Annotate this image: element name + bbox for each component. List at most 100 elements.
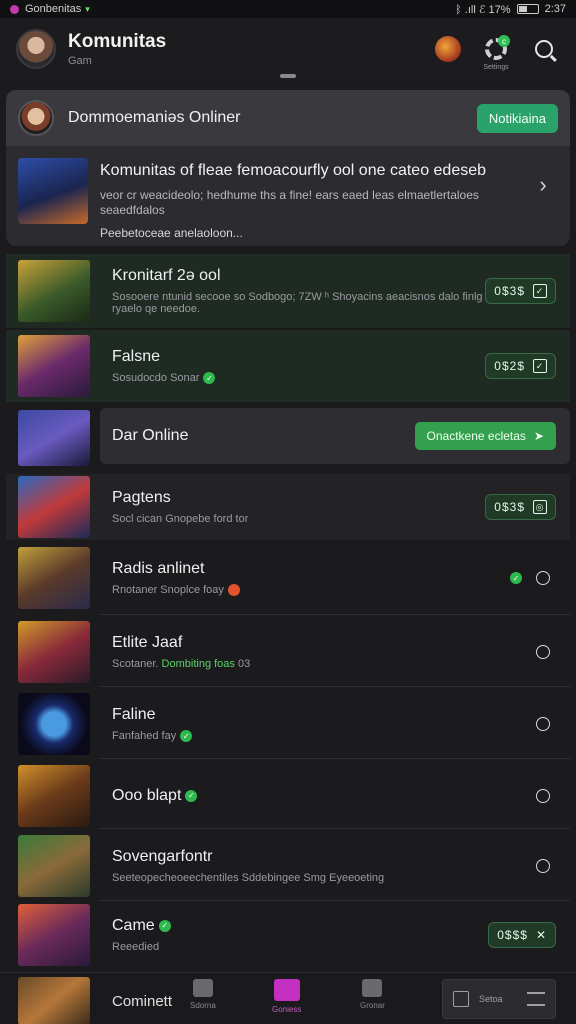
list-item[interactable]: Ooo blapt ✓: [6, 760, 570, 832]
divider: [100, 900, 570, 901]
game-profile-button[interactable]: [432, 33, 464, 65]
expand-icon: [453, 991, 469, 1007]
game-thumbnail: [18, 765, 90, 827]
game-thumbnail: [18, 547, 90, 609]
nav-groups[interactable]: Gronar: [360, 979, 385, 1010]
drag-handle[interactable]: [280, 74, 296, 78]
list-item-title: Ooo blapt ✓: [112, 787, 536, 805]
settings-button[interactable]: c Settings: [480, 33, 512, 71]
game-emblem-icon: [435, 36, 461, 62]
list-item[interactable]: Falsne Sosudocdo Sonar ✓ 0$2$ ✓: [6, 330, 570, 402]
checkbox-icon: ✓: [533, 359, 547, 373]
bottom-right-control[interactable]: Setoa: [442, 979, 556, 1019]
groups-icon: [362, 979, 383, 997]
select-radio[interactable]: [536, 645, 550, 659]
select-radio[interactable]: [536, 859, 550, 873]
divider: [100, 758, 570, 759]
notification-dot-icon: [10, 4, 19, 14]
list-item-title: Falsne: [112, 347, 161, 365]
price-pill[interactable]: 0$3$ ◎: [485, 494, 556, 520]
nav-community[interactable]: Goniess: [272, 979, 301, 1014]
featured-thumbnail: [18, 158, 88, 224]
select-radio[interactable]: [536, 717, 550, 731]
list-item[interactable]: Kronitarf 2ə ool Sosooere ntunid secooe …: [6, 254, 570, 328]
bottom-navigation: Cominett Sdorna Goniess Gronar Setoa: [0, 972, 576, 1024]
featured-header: Dommoemaniəs Onliner Notikiaina: [6, 90, 570, 146]
settings-label: Settings: [483, 64, 509, 71]
list-item-subtitle: Rnotaner Snoplce foay: [112, 584, 506, 597]
list-item-subtitle: Scotaner. Dombiting foas 03: [112, 658, 251, 670]
mini-player-thumbnail[interactable]: [18, 977, 90, 1024]
close-icon[interactable]: ✕: [536, 928, 547, 942]
checkbox-icon: ✓: [533, 284, 547, 298]
list-item[interactable]: Etlite Jaaf Scotaner. Dombiting foas 03: [6, 616, 570, 688]
search-button[interactable]: [528, 33, 560, 65]
featured-footer: Peebetoceae anelaoloon...: [100, 226, 243, 240]
list-item-text: Kronitarf 2ə ool Sosooere ntunid secooe …: [112, 267, 485, 315]
status-icons: ᛒ .ıll ℰ 17%: [455, 3, 511, 16]
list-item-text: Etlite Jaaf Scotaner. Dombiting foas 03: [112, 634, 536, 670]
divider: [100, 828, 570, 829]
app-bar: Komunitas Gam c Settings: [0, 18, 576, 80]
price-value: 0$$$: [497, 928, 528, 942]
price-pill[interactable]: 0$3$ ✓: [485, 278, 556, 304]
list-item-subtitle: Reeedied: [112, 941, 160, 953]
select-radio[interactable]: [536, 789, 550, 803]
notify-button[interactable]: Notikiaina: [476, 103, 558, 133]
select-radio[interactable]: [536, 571, 550, 585]
verified-check-icon: ✓: [203, 372, 216, 385]
list-item-title: Sovengarfontr: [112, 848, 213, 865]
search-icon: [535, 40, 553, 58]
divider: [100, 686, 570, 687]
list-item[interactable]: Radis anlinet Rnotaner Snoplce foay ✓: [6, 542, 570, 614]
list-item-subtitle: Seeteopecheoeechentiles Sddebingee Smg E…: [112, 872, 385, 884]
status-time: 2:37: [544, 3, 566, 15]
price-value: 0$3$: [494, 500, 525, 514]
battery-icon: [516, 4, 539, 14]
home-icon: [192, 979, 213, 997]
status-right: ᛒ .ıll ℰ 17% 2:37: [455, 3, 566, 16]
settings-badge: c: [498, 35, 510, 47]
send-icon: ➤: [533, 429, 544, 443]
list-item[interactable]: Came ✓ Reeedied 0$$$ ✕: [6, 902, 570, 968]
featured-headline: Komunitas of fleae femoacourfly ool one …: [100, 162, 487, 179]
page-subtitle: Gam: [68, 55, 92, 67]
status-bar: Gonbenitas ▾ ᛒ .ıll ℰ 17% 2:37: [0, 0, 576, 18]
highlighted-row[interactable]: Dar Online Onactkene ecletas ➤: [100, 408, 570, 464]
nav-home[interactable]: Sdorna: [190, 979, 216, 1010]
price-pill[interactable]: 0$2$ ✓: [485, 353, 556, 379]
community-icon: [273, 979, 300, 1001]
avatar[interactable]: [16, 29, 56, 69]
list-item-subtitle: Fanfahed fay ✓: [112, 730, 536, 743]
game-thumbnail: [18, 693, 90, 755]
verified-check-icon: ✓: [180, 730, 193, 743]
bottom-left-label[interactable]: Cominett: [112, 993, 172, 1010]
list-item-text: Sovengarfontr Seeteopecheoeechentiles Sd…: [112, 848, 536, 884]
game-thumbnail: [18, 410, 90, 466]
list-item-text: Pagtens Socl cican Gnopebe ford tor: [112, 489, 485, 525]
game-thumbnail: [18, 260, 90, 322]
list-item[interactable]: Faline Fanfahed fay ✓: [6, 688, 570, 760]
list-item-title: Faline: [112, 705, 156, 723]
list-item-text: Radis anlinet Rnotaner Snoplce foay: [112, 560, 506, 597]
online-check-icon: ✓: [510, 572, 522, 584]
list-item-title: Etlite Jaaf: [112, 634, 183, 651]
list-item-text: Ooo blapt ✓: [112, 787, 536, 805]
featured-description: veor cr weacideolo; hedhume ths a fine! …: [100, 188, 479, 217]
featured-community-card[interactable]: Dommoemaniəs Onliner Notikiaina Komunita…: [6, 90, 570, 246]
price-pill[interactable]: 0$$$ ✕: [488, 922, 556, 948]
list-item-title: Kronitarf 2ə ool: [112, 267, 221, 284]
join-online-button[interactable]: Onactkene ecletas ➤: [414, 422, 556, 450]
verified-check-icon: ✓: [158, 919, 171, 932]
nav-label: Sdorna: [190, 1001, 216, 1010]
alert-dot-icon: [227, 584, 240, 597]
list-item[interactable]: Pagtens Socl cican Gnopebe ford tor 0$3$…: [6, 474, 570, 540]
menu-icon[interactable]: [527, 992, 545, 1006]
game-thumbnail: [18, 335, 90, 397]
featured-text: Komunitas of fleae femoacourfly ool one …: [100, 158, 528, 240]
list-item[interactable]: Sovengarfontr Seeteopecheoeechentiles Sd…: [6, 830, 570, 902]
chevron-right-icon[interactable]: ›: [528, 172, 558, 198]
game-thumbnail: [18, 476, 90, 538]
game-thumbnail: [18, 621, 90, 683]
status-wifi-indicator: ▾: [85, 3, 90, 14]
